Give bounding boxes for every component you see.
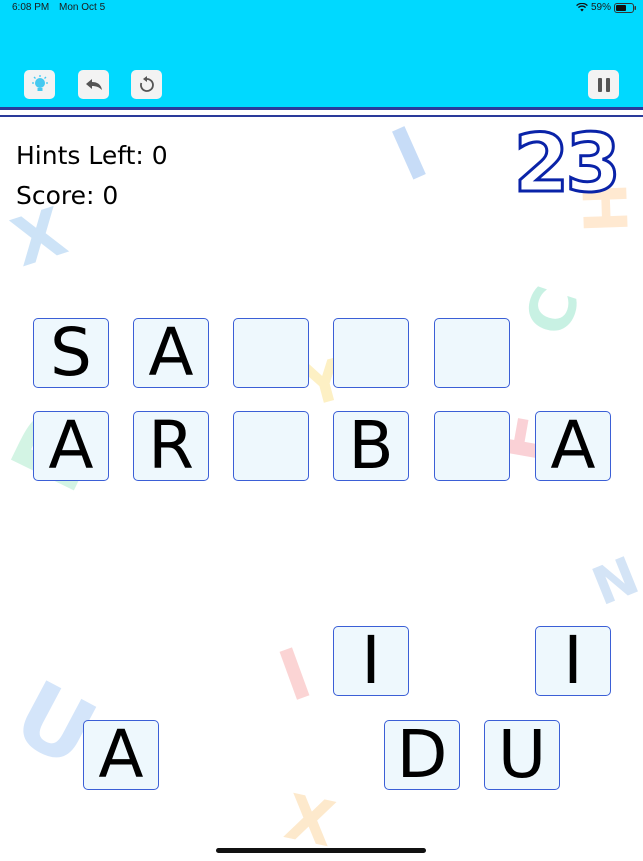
board-slot[interactable] <box>233 411 309 481</box>
score-label: Score: 0 <box>16 181 119 210</box>
undo-icon <box>85 78 102 90</box>
board-slot[interactable]: A <box>133 318 209 388</box>
battery-icon <box>614 2 637 13</box>
board-slot[interactable]: S <box>33 318 109 388</box>
status-right: 59% <box>576 2 637 13</box>
restart-icon <box>139 75 154 92</box>
wifi-icon <box>576 3 588 12</box>
board-slot[interactable] <box>434 318 510 388</box>
bg-letter: N <box>584 546 643 618</box>
bg-letter: I <box>380 110 439 198</box>
bg-letter: C <box>510 277 595 344</box>
board-slot[interactable] <box>233 318 309 388</box>
bg-letter: I <box>268 632 322 718</box>
letter-tile[interactable]: A <box>83 720 159 790</box>
undo-button[interactable] <box>78 70 109 99</box>
status-date: Mon Oct 5 <box>59 2 106 13</box>
board-slot[interactable] <box>434 411 510 481</box>
hint-button[interactable] <box>24 70 55 99</box>
board-slot[interactable]: A <box>535 411 611 481</box>
board-slot[interactable]: B <box>333 411 409 481</box>
board-slot[interactable]: R <box>133 411 209 481</box>
pause-button[interactable] <box>588 70 619 99</box>
status-time: 6:08 PM <box>12 2 50 13</box>
bg-letter: X <box>279 779 341 861</box>
pause-icon <box>597 77 610 92</box>
home-indicator <box>216 848 426 853</box>
lightbulb-icon <box>31 74 48 91</box>
letter-tile[interactable]: D <box>384 720 460 790</box>
battery-percent: 59% <box>591 2 612 13</box>
letter-tile[interactable]: I <box>333 626 409 696</box>
bg-letter: X <box>3 193 76 283</box>
letter-tile[interactable]: U <box>484 720 560 790</box>
board-slot[interactable]: A <box>33 411 109 481</box>
letter-tile[interactable]: I <box>535 626 611 696</box>
restart-button[interactable] <box>131 70 162 99</box>
board-slot[interactable] <box>333 318 409 388</box>
countdown-timer: 23 <box>512 117 622 210</box>
hints-left-label: Hints Left: 0 <box>16 141 168 170</box>
